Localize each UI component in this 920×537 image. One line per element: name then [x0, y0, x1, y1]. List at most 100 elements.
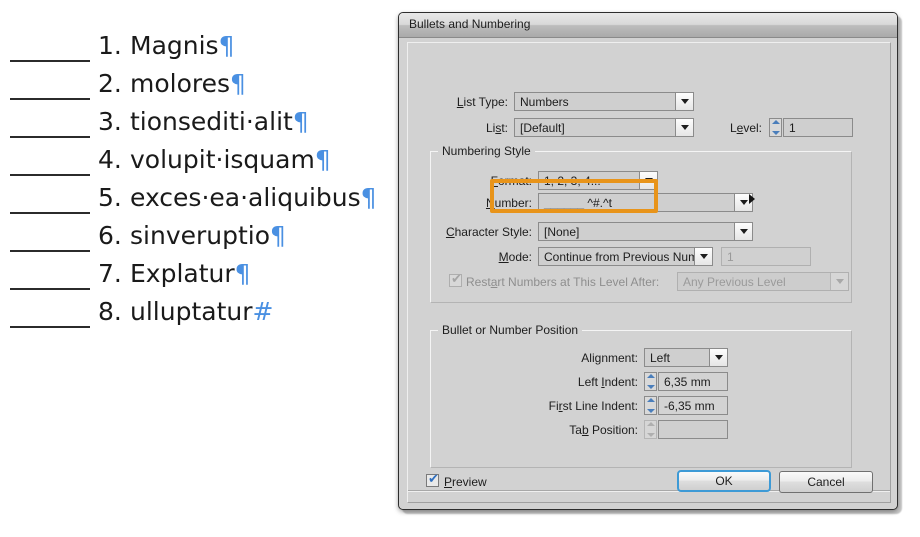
tab-position-input[interactable] — [658, 420, 728, 439]
pilcrow-mark: ¶ — [292, 107, 309, 136]
numbering-style-group-title: Numbering Style — [438, 144, 535, 158]
list-item[interactable]: 3. tionsediti·alit¶ — [0, 106, 398, 144]
spinner-down-icon — [646, 433, 655, 437]
list-label: List: — [485, 121, 508, 135]
alignment-dropdown[interactable]: Left — [644, 348, 728, 367]
end-of-story-mark: # — [252, 297, 274, 326]
preview-checkbox[interactable]: ✔ — [426, 472, 439, 487]
list-type-dropdown[interactable]: Numbers — [514, 92, 694, 111]
restart-numbers-dropdown: Any Previous Level — [677, 272, 849, 291]
underline-rule — [10, 212, 90, 214]
checkmark-icon: ✔ — [451, 272, 462, 287]
checkmark-icon: ✔ — [428, 472, 439, 487]
mode-value: Continue from Previous Numbe — [544, 249, 694, 264]
format-dropdown[interactable]: 1, 2, 3, 4... — [538, 171, 658, 190]
restart-numbers-value: Any Previous Level — [683, 274, 786, 289]
spinner-up-icon[interactable] — [646, 374, 655, 378]
spinner-down-icon[interactable] — [771, 131, 780, 135]
first-line-indent-input[interactable]: -6,35 mm — [658, 396, 728, 415]
bullets-and-numbering-dialog: Bullets and Numbering List Type: Numbers… — [398, 12, 898, 510]
chevron-down-icon[interactable] — [675, 119, 693, 136]
list-item[interactable]: 5. exces·ea·aliquibus¶ — [0, 182, 398, 220]
list-item-text: Magnis¶ — [130, 31, 235, 60]
underline-rule — [10, 60, 90, 62]
character-style-dropdown[interactable]: [None] — [538, 222, 753, 241]
underline-rule — [10, 250, 90, 252]
chevron-down-icon[interactable] — [694, 248, 712, 265]
restart-numbers-label: Restart Numbers at This Level After: — [466, 275, 660, 289]
list-item-text: ulluptatur# — [130, 297, 274, 326]
list-item-number: 1. — [98, 31, 122, 60]
preview-label[interactable]: Preview — [444, 475, 514, 489]
chevron-down-icon[interactable] — [639, 172, 657, 189]
list-item-number: 5. — [98, 183, 122, 212]
list-item[interactable]: 8. ulluptatur# — [0, 296, 398, 334]
bullet-position-group-title: Bullet or Number Position — [438, 323, 583, 337]
dialog-title-bar[interactable]: Bullets and Numbering — [399, 13, 897, 38]
format-value: 1, 2, 3, 4... — [544, 173, 601, 188]
insert-special-character-icon[interactable] — [749, 194, 755, 204]
ok-button-label: OK — [715, 474, 733, 488]
list-dropdown[interactable]: [Default] — [514, 118, 694, 137]
tab-position-spinner — [644, 420, 657, 439]
list-item-text: volupit·isquam¶ — [130, 145, 331, 174]
chevron-down-icon[interactable] — [709, 349, 727, 366]
first-line-indent-label: First Line Indent: — [548, 399, 638, 413]
left-indent-input[interactable]: 6,35 mm — [658, 372, 728, 391]
list-item-number: 4. — [98, 145, 122, 174]
number-label: Number: — [485, 196, 532, 210]
list-item-text: tionsediti·alit¶ — [130, 107, 309, 136]
alignment-label: Alignment: — [581, 351, 638, 365]
list-item-number: 3. — [98, 107, 122, 136]
list-item[interactable]: 1. Magnis¶ — [0, 30, 398, 68]
list-item[interactable]: 4. volupit·isquam¶ — [0, 144, 398, 182]
bullet-position-group: Bullet or Number Position — [430, 323, 852, 468]
list-item[interactable]: 7. Explatur¶ — [0, 258, 398, 296]
dialog-title: Bullets and Numbering — [409, 17, 531, 31]
underline-rule — [10, 326, 90, 328]
mode-start-at-input: 1 — [721, 247, 811, 266]
left-indent-label: Left Indent: — [577, 375, 638, 389]
number-value: ______ ^#.^t — [544, 195, 612, 210]
pilcrow-mark: ¶ — [218, 31, 235, 60]
spinner-up-icon[interactable] — [771, 120, 780, 124]
spinner-down-icon[interactable] — [646, 409, 655, 413]
underline-rule — [10, 136, 90, 138]
level-label: Level: — [729, 121, 762, 135]
spinner-up-icon — [646, 422, 655, 426]
character-style-value: [None] — [544, 224, 580, 239]
pilcrow-mark: ¶ — [230, 69, 246, 98]
dialog-body: List Type: Numbers List: [Default] Level… — [407, 42, 891, 503]
underline-rule — [10, 288, 90, 290]
chevron-down-icon[interactable] — [675, 93, 693, 110]
list-item-number: 7. — [98, 259, 122, 288]
list-item-text: sinveruptio¶ — [130, 221, 286, 250]
spinner-down-icon[interactable] — [646, 385, 655, 389]
pilcrow-mark: ¶ — [360, 183, 377, 212]
list-item-text: exces·ea·aliquibus¶ — [130, 183, 377, 212]
cancel-button-label: Cancel — [807, 475, 845, 489]
character-style-label: Character Style: — [445, 225, 532, 239]
number-input[interactable]: ______ ^#.^t — [538, 193, 753, 212]
level-spinner[interactable] — [769, 118, 782, 137]
underline-rule — [10, 98, 90, 100]
list-item-number: 2. — [98, 69, 122, 98]
underline-rule — [10, 174, 90, 176]
document-canvas[interactable]: 1. Magnis¶ 2. molores¶ 3. tionsediti·ali… — [0, 0, 398, 537]
mode-dropdown[interactable]: Continue from Previous Numbe — [538, 247, 713, 266]
spinner-up-icon[interactable] — [646, 398, 655, 402]
list-item[interactable]: 6. sinveruptio¶ — [0, 220, 398, 258]
left-indent-spinner[interactable] — [644, 372, 657, 391]
mode-label: Mode: — [498, 250, 532, 264]
level-input[interactable]: 1 — [783, 118, 853, 137]
list-item-text: molores¶ — [130, 69, 246, 98]
cancel-button[interactable]: Cancel — [779, 471, 873, 493]
list-item-number: 8. — [98, 297, 122, 326]
ok-button[interactable]: OK — [677, 470, 771, 492]
list-value: [Default] — [520, 120, 565, 135]
chevron-down-icon — [830, 273, 848, 290]
list-item[interactable]: 2. molores¶ — [0, 68, 398, 106]
alignment-value: Left — [650, 350, 671, 365]
first-line-indent-spinner[interactable] — [644, 396, 657, 415]
chevron-down-icon[interactable] — [734, 223, 752, 240]
